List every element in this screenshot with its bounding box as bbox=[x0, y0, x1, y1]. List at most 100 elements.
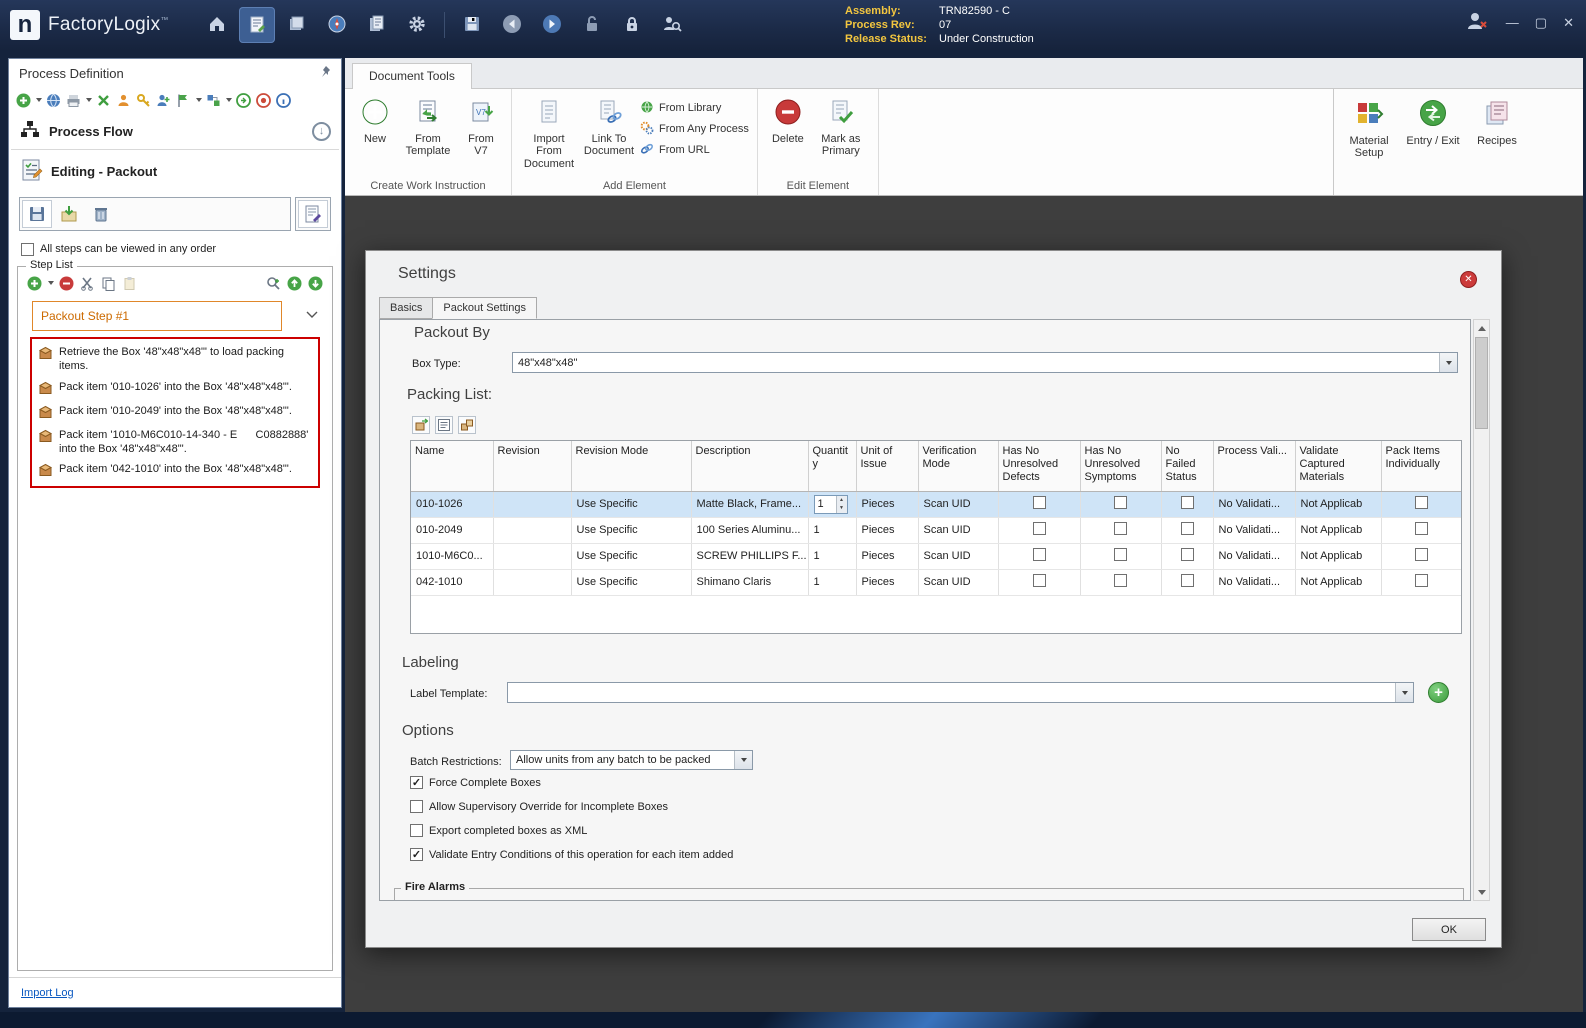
print-dropdown-icon[interactable] bbox=[86, 98, 92, 102]
delete-step-button[interactable] bbox=[86, 200, 116, 228]
key-icon[interactable] bbox=[135, 92, 152, 109]
row-checkbox[interactable] bbox=[1032, 496, 1046, 509]
documents-button[interactable] bbox=[359, 7, 395, 43]
collapse-arrow-button[interactable]: ↓ bbox=[312, 121, 331, 141]
package-out-icon[interactable] bbox=[412, 416, 430, 434]
lock-button[interactable] bbox=[614, 7, 650, 43]
row-checkbox[interactable] bbox=[1032, 548, 1046, 561]
row-checkbox[interactable] bbox=[1032, 522, 1046, 535]
flag-dropdown-icon[interactable] bbox=[196, 98, 202, 102]
move-up-icon[interactable] bbox=[286, 275, 303, 292]
row-checkbox[interactable] bbox=[1414, 522, 1428, 535]
box-type-dropdown[interactable]: 48"x48"x48" bbox=[512, 352, 1458, 373]
row-checkbox[interactable] bbox=[1180, 574, 1194, 587]
row-checkbox[interactable] bbox=[1114, 496, 1127, 509]
column-header[interactable]: No Failed Status bbox=[1161, 441, 1214, 492]
step-item[interactable]: Pack item '042-1010' into the Box '48"x4… bbox=[36, 459, 314, 483]
sync-icon[interactable] bbox=[95, 92, 112, 109]
from-any-process-button[interactable]: From Any Process bbox=[640, 120, 749, 138]
move-down-icon[interactable] bbox=[307, 275, 324, 292]
add-user-icon[interactable] bbox=[155, 92, 172, 109]
minimize-button[interactable]: — bbox=[1506, 15, 1519, 30]
logout-user-button[interactable] bbox=[1464, 8, 1490, 37]
from-v7-button[interactable]: V7 From V7 bbox=[459, 95, 503, 161]
add-label-template-button[interactable]: + bbox=[1428, 682, 1449, 703]
step-item[interactable]: Pack item '1010-M6C010-14-340 - E C08828… bbox=[36, 425, 314, 460]
entry-exit-button[interactable]: Entry / Exit bbox=[1404, 95, 1462, 150]
view-order-checkbox[interactable] bbox=[21, 242, 34, 256]
column-header[interactable]: Quantity bbox=[808, 441, 857, 492]
add-dropdown-icon[interactable] bbox=[36, 98, 42, 102]
row-checkbox[interactable] bbox=[1414, 496, 1428, 509]
packing-row[interactable]: 1010-M6C0... Use Specific SCREW PHILLIPS F… bbox=[411, 543, 1461, 570]
option-checkbox-row[interactable]: Force Complete Boxes bbox=[410, 776, 733, 789]
row-checkbox[interactable] bbox=[1180, 522, 1194, 535]
tab-basics[interactable]: Basics bbox=[379, 297, 434, 319]
column-header[interactable]: Has No Unresolved Symptoms bbox=[1080, 441, 1162, 492]
row-checkbox[interactable] bbox=[1114, 574, 1127, 587]
go-icon[interactable] bbox=[235, 92, 252, 109]
list-details-icon[interactable] bbox=[435, 416, 453, 434]
packages-icon[interactable] bbox=[458, 416, 476, 434]
close-button[interactable]: ✕ bbox=[1563, 15, 1574, 31]
process-flow-row[interactable]: Process Flow ↓ bbox=[9, 113, 341, 149]
column-header[interactable]: Revision bbox=[493, 441, 572, 492]
option-checkbox[interactable] bbox=[410, 776, 423, 789]
packing-row[interactable]: 010-2049 Use Specific 100 Series Aluminu..… bbox=[411, 517, 1461, 544]
add-step-dropdown-icon[interactable] bbox=[48, 281, 54, 285]
add-icon[interactable] bbox=[15, 92, 32, 109]
flag-icon[interactable] bbox=[175, 92, 192, 109]
print-icon[interactable] bbox=[65, 92, 82, 109]
column-header[interactable]: Process Vali... bbox=[1213, 441, 1296, 492]
column-header[interactable]: Description bbox=[691, 441, 809, 492]
back-button[interactable] bbox=[494, 7, 530, 43]
add-step-icon[interactable] bbox=[26, 275, 43, 292]
new-button[interactable]: New bbox=[353, 95, 397, 148]
unlock-button[interactable] bbox=[574, 7, 610, 43]
batch-restrictions-dropdown[interactable]: Allow units from any batch to be packed bbox=[510, 750, 753, 770]
row-checkbox[interactable] bbox=[1114, 522, 1127, 535]
forward-button[interactable] bbox=[534, 7, 570, 43]
quantity-spinner[interactable]: 1 ▲ ▼ bbox=[813, 494, 848, 514]
step-item[interactable]: Pack item '010-1026' into the Box '48"x4… bbox=[36, 377, 314, 401]
recipes-button[interactable]: Recipes bbox=[1468, 95, 1526, 150]
maximize-button[interactable]: ▢ bbox=[1535, 15, 1547, 31]
from-library-button[interactable]: From Library bbox=[640, 99, 749, 117]
copy-icon[interactable] bbox=[100, 275, 117, 292]
option-checkbox-row[interactable]: Allow Supervisory Override for Incomplet… bbox=[410, 800, 733, 813]
column-header[interactable]: Verification Mode bbox=[918, 441, 999, 492]
column-header[interactable]: Validate Captured Materials bbox=[1295, 441, 1382, 492]
dialog-close-button[interactable]: ✕ bbox=[1460, 271, 1477, 288]
packing-row[interactable]: 010-1026 Use Specific Matte Black, Frame..… bbox=[411, 491, 1461, 518]
settings-button[interactable] bbox=[399, 7, 435, 43]
paste-icon[interactable] bbox=[121, 275, 138, 292]
packing-row[interactable]: 042-1010 Use Specific Shimano Claris 1 Piece… bbox=[411, 569, 1461, 596]
step-item[interactable]: Pack item '010-2049' into the Box '48"x4… bbox=[36, 401, 314, 425]
import-from-document-button[interactable]: Import From Document bbox=[520, 95, 578, 174]
option-checkbox[interactable] bbox=[410, 800, 423, 813]
import-button[interactable] bbox=[54, 200, 84, 228]
find-step-icon[interactable] bbox=[265, 275, 282, 292]
navigator-button[interactable] bbox=[319, 7, 355, 43]
scroll-up-icon[interactable] bbox=[1474, 320, 1489, 336]
from-template-button[interactable]: From Template bbox=[399, 95, 457, 161]
column-header[interactable]: Has No Unresolved Defects bbox=[998, 441, 1081, 492]
from-url-button[interactable]: From URL bbox=[640, 141, 749, 159]
dialog-scrollbar[interactable] bbox=[1473, 319, 1490, 901]
work-instructions-button[interactable] bbox=[238, 7, 275, 43]
selected-step-input[interactable]: Packout Step #1 bbox=[32, 301, 282, 331]
globe-icon[interactable] bbox=[45, 92, 62, 109]
option-checkbox[interactable] bbox=[410, 848, 423, 861]
material-setup-button[interactable]: Material Setup bbox=[1340, 95, 1398, 163]
remove-step-icon[interactable] bbox=[58, 275, 75, 292]
option-checkbox[interactable] bbox=[410, 824, 423, 837]
step-dropdown-icon[interactable] bbox=[306, 310, 318, 322]
scrollbar-thumb[interactable] bbox=[1475, 337, 1488, 429]
cut-icon[interactable] bbox=[79, 275, 96, 292]
process-boxes-dropdown-icon[interactable] bbox=[226, 98, 232, 102]
edit-document-button[interactable] bbox=[298, 200, 328, 228]
save-button[interactable] bbox=[454, 7, 490, 43]
save-step-button[interactable] bbox=[22, 200, 52, 228]
row-checkbox[interactable] bbox=[1180, 496, 1194, 509]
column-header[interactable]: Unit of Issue bbox=[856, 441, 919, 492]
